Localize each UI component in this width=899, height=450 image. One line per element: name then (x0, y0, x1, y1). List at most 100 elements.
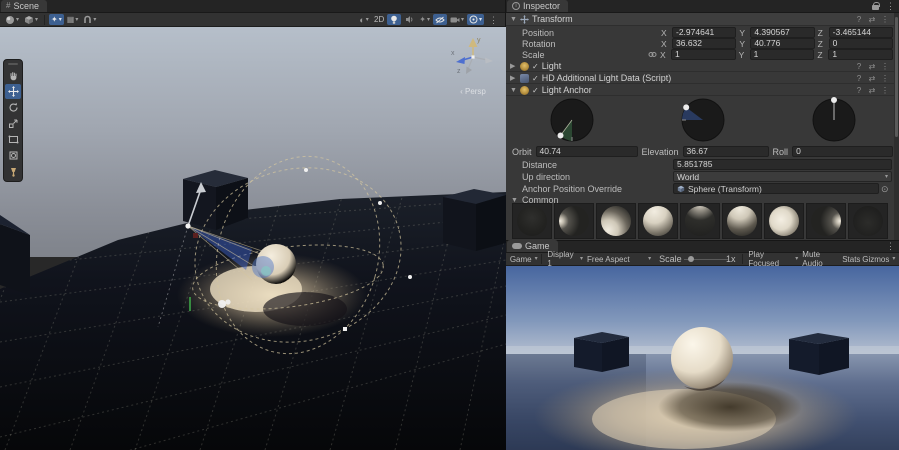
tab-scene[interactable]: # Scene (1, 0, 47, 12)
orbit-field[interactable]: 40.74 (536, 146, 638, 157)
draw-mode-button[interactable]: ▾ (3, 14, 21, 25)
gizmo-center-handle[interactable] (471, 55, 474, 58)
preset-icon[interactable]: ⇄ (867, 62, 877, 71)
orbit-dial-handle[interactable] (557, 133, 563, 139)
scene-menu-icon[interactable]: ⋮ (485, 14, 502, 26)
lock-icon[interactable] (872, 2, 879, 10)
preset-icon[interactable]: ⇄ (867, 74, 877, 83)
scene-camera-button[interactable]: ▾ (448, 14, 466, 25)
elevation-dial[interactable] (679, 96, 727, 144)
scale-y-field[interactable]: 1 (750, 49, 815, 60)
light-anchor-preset[interactable] (638, 203, 678, 239)
roll-field[interactable]: 0 (792, 146, 893, 157)
distance-field[interactable]: 5.851785 (673, 159, 892, 170)
light-anchor-preset[interactable] (764, 203, 804, 239)
light-anchor-preset[interactable] (848, 203, 888, 239)
enabled-checkbox[interactable]: ✓ (532, 86, 539, 95)
transform-tool[interactable] (5, 148, 21, 163)
light-anchor-preset[interactable] (596, 203, 636, 239)
object-picker-icon[interactable]: ⊙ (881, 184, 889, 195)
more-menu-icon[interactable]: ⋮ (880, 15, 890, 24)
gizmos-toggle-button[interactable]: ▾ (467, 14, 484, 25)
help-icon[interactable]: ? (854, 62, 864, 71)
snap-button[interactable]: ▾ (81, 14, 98, 25)
link-icon[interactable] (648, 50, 657, 59)
rotation-x-field[interactable]: 36.632 (672, 38, 736, 49)
mute-audio-button[interactable]: Mute Audio (800, 254, 841, 265)
orientation-gizmo[interactable]: x y z (447, 33, 499, 85)
enabled-checkbox[interactable]: ✓ (532, 62, 539, 71)
play-focused-dropdown[interactable]: Play Focused▾ (746, 254, 800, 265)
up-direction-dropdown[interactable]: World ▾ (673, 171, 892, 182)
more-menu-icon[interactable]: ⋮ (880, 86, 890, 95)
light-anchor-preset[interactable] (680, 203, 720, 239)
inspector-menu-icon[interactable]: ⋮ (882, 1, 899, 12)
rect-tool[interactable] (5, 132, 21, 147)
shading-dropdown-button[interactable]: ◐ ▾ (357, 14, 371, 25)
light-anchor-preset[interactable] (512, 203, 552, 239)
game-gizmos-dropdown[interactable]: Gizmos▾ (862, 254, 896, 265)
anchor-override-field[interactable]: Sphere (Transform) (673, 183, 879, 194)
foldout-closed-icon[interactable]: ▶ (510, 74, 517, 82)
scene-cube-right-edge[interactable] (443, 189, 506, 251)
position-y-field[interactable]: 4.390567 (750, 27, 814, 38)
light-anchor-preset[interactable] (554, 203, 594, 239)
game-mode-dropdown[interactable]: Game▾ (509, 254, 538, 265)
game-menu-icon[interactable]: ⋮ (882, 240, 899, 252)
preset-icon[interactable]: ⇄ (867, 86, 877, 95)
roll-dial[interactable] (810, 96, 858, 144)
scale-tool[interactable] (5, 116, 21, 131)
transform-header[interactable]: ▼ Transform ? ⇄ ⋮ (506, 13, 894, 26)
position-x-field[interactable]: -2.974641 (672, 27, 736, 38)
scene-visibility-button[interactable] (433, 14, 447, 25)
scene-viewport[interactable]: x y z ‹ Persp (0, 27, 506, 450)
roll-dial-handle[interactable] (831, 97, 837, 103)
scene-fx-button[interactable]: ✦ ▾ (49, 14, 64, 25)
stats-button[interactable]: Stats (841, 254, 862, 265)
preset-icon[interactable]: ⇄ (867, 15, 877, 24)
light-component-header[interactable]: ▶ ✓ Light ? ⇄ ⋮ (506, 61, 894, 72)
scrollbar-thumb[interactable] (895, 17, 898, 137)
scale-x-field[interactable]: 1 (671, 49, 736, 60)
help-icon[interactable]: ? (854, 86, 864, 95)
display-dropdown[interactable]: Display 1▾ (545, 254, 585, 265)
light-anchor-point[interactable] (185, 223, 190, 228)
game-viewport[interactable] (506, 266, 899, 450)
rotate-tool[interactable] (5, 100, 21, 115)
foldout-closed-icon[interactable]: ▶ (510, 62, 517, 70)
foldout-open-icon[interactable]: ▼ (510, 16, 517, 23)
rotation-z-field[interactable]: 0 (829, 38, 893, 49)
scale-slider[interactable] (684, 254, 724, 264)
light-handle-red[interactable] (193, 233, 198, 238)
rotation-y-field[interactable]: 40.776 (750, 38, 814, 49)
foldout-open-icon[interactable]: ▼ (510, 87, 517, 94)
scene-audio-button[interactable] (402, 14, 416, 25)
debug-mode-button[interactable]: ▾ (22, 14, 40, 25)
view-hand-tool[interactable] (5, 68, 21, 83)
elevation-dial-handle[interactable] (683, 104, 689, 110)
orbit-dial[interactable] (548, 96, 596, 144)
overlay-drag-handle[interactable] (8, 63, 18, 65)
slider-knob[interactable] (688, 256, 694, 262)
scene-cube-center[interactable] (183, 170, 248, 230)
move-tool[interactable] (5, 84, 21, 99)
help-icon[interactable]: ? (854, 15, 864, 24)
grid-visibility-button[interactable]: ▦ ▾ (65, 14, 81, 25)
tab-inspector[interactable]: i Inspector (507, 0, 568, 12)
more-menu-icon[interactable]: ⋮ (880, 74, 890, 83)
scene-effects-button[interactable]: ✦ ▾ (417, 14, 432, 25)
axis-gray-cone[interactable] (485, 58, 493, 64)
elevation-field[interactable]: 36.67 (683, 146, 769, 157)
toggle-2d-button[interactable]: 2D (372, 14, 386, 25)
more-menu-icon[interactable]: ⋮ (880, 62, 890, 71)
help-icon[interactable]: ? (854, 74, 864, 83)
scene-lighting-button[interactable] (387, 14, 401, 25)
projection-label[interactable]: ‹ Persp (440, 87, 506, 96)
position-z-field[interactable]: -3.465144 (829, 27, 893, 38)
enabled-checkbox[interactable]: ✓ (532, 74, 539, 83)
scale-z-field[interactable]: 1 (828, 49, 893, 60)
light-anchor-header[interactable]: ▼ ✓ Light Anchor ? ⇄ ⋮ (506, 85, 894, 96)
inspector-scrollbar[interactable] (894, 13, 899, 240)
axis-z-cone[interactable] (456, 57, 465, 64)
sphere-axis-gizmo[interactable] (261, 266, 271, 276)
